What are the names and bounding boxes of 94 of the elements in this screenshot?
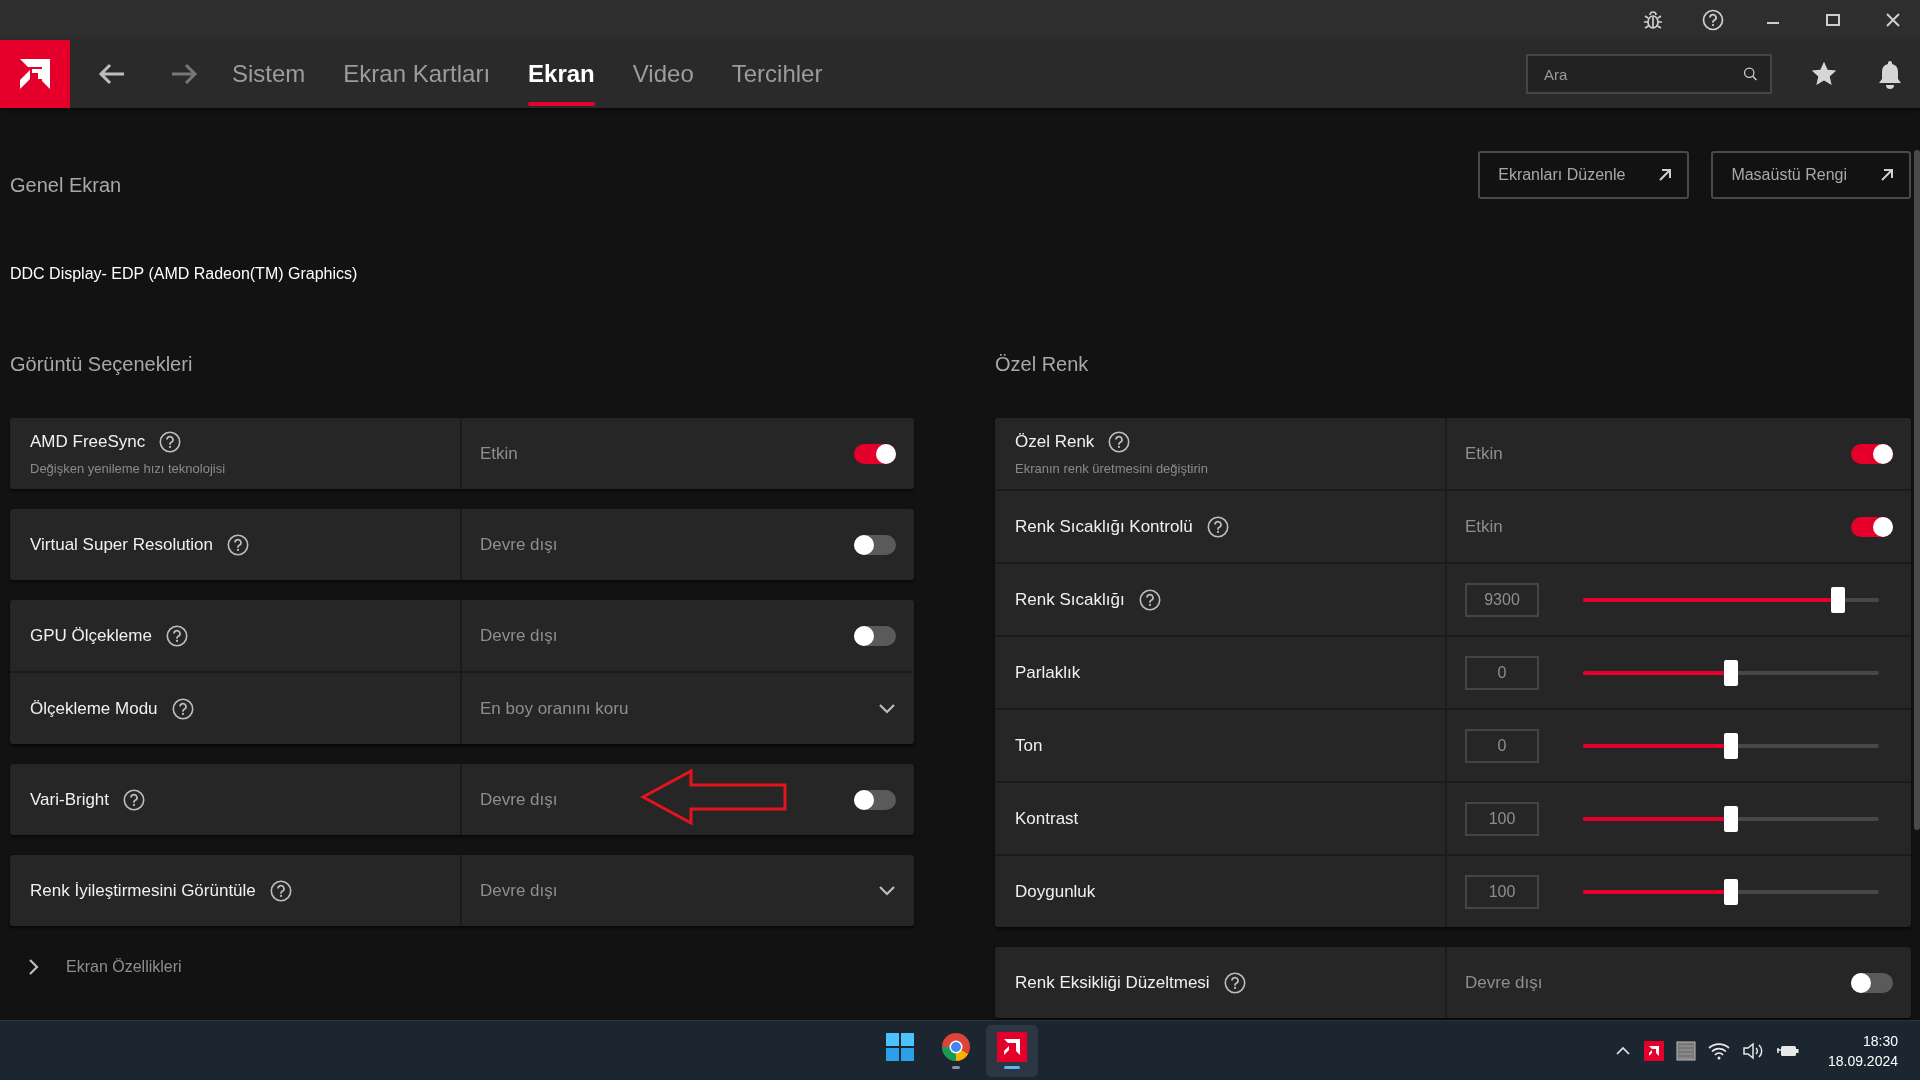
chevron-right-icon <box>26 958 40 976</box>
bug-icon[interactable] <box>1642 9 1664 31</box>
slider-thumb[interactable] <box>1724 659 1738 686</box>
setting-label: Ölçekleme Modu <box>30 698 158 719</box>
help-icon[interactable] <box>1108 431 1131 453</box>
setting-description: Ekranın renk üretmesini değiştirin <box>1015 461 1209 476</box>
clock-time[interactable]: 18:30 <box>1862 1032 1898 1049</box>
setting-label: GPU Ölçekleme <box>30 625 152 646</box>
arrow-logo-icon <box>18 57 52 91</box>
help-icon[interactable] <box>171 697 194 720</box>
setting-label: Renk Sıcaklığı <box>1015 589 1125 610</box>
setting-label: AMD FreeSync <box>30 432 146 452</box>
slider-thumb[interactable] <box>1724 805 1738 832</box>
setting-value: Devre dışı <box>480 534 559 555</box>
slider[interactable] <box>1583 732 1879 759</box>
setting-label: Renk Eksikliği Düzeltmesi <box>1015 972 1210 993</box>
nav-tab[interactable]: Sistem <box>232 40 306 108</box>
setting-label: Virtual Super Resolution <box>30 534 213 555</box>
value-field[interactable]: 100 <box>1465 874 1539 909</box>
nav-tab[interactable]: Tercihler <box>731 40 823 108</box>
grid-icon <box>885 1032 915 1062</box>
diagonal-arrow-icon <box>1879 167 1895 183</box>
nav-tab[interactable]: Ekran Kartları <box>343 40 491 108</box>
help-icon[interactable] <box>1138 588 1161 611</box>
link-button[interactable]: Ekranları Düzenle <box>1478 151 1690 199</box>
slider[interactable] <box>1583 586 1879 613</box>
toggle-switch[interactable] <box>1851 443 1893 464</box>
help-icon[interactable] <box>123 788 146 811</box>
setting-label: Kontrast <box>1015 808 1079 829</box>
toggle-switch[interactable] <box>1851 972 1893 993</box>
link-button[interactable]: Masaüstü Rengi <box>1711 151 1911 199</box>
toggle-switch[interactable] <box>854 625 896 646</box>
dropdown[interactable]: En boy oranını koru <box>480 673 896 744</box>
slider-thumb[interactable] <box>1724 878 1738 905</box>
section-title: Özel Renk <box>995 352 1090 377</box>
value-field[interactable]: 0 <box>1465 728 1539 763</box>
speaker-icon[interactable] <box>1741 1041 1764 1060</box>
section-title: Görüntü Seçenekleri <box>10 352 194 377</box>
setting-value: Devre dışı <box>1465 972 1544 993</box>
setting-label: Özel Renk <box>1015 432 1095 452</box>
star-icon[interactable] <box>1810 60 1838 88</box>
setting-description: Değişken yenileme hızı teknolojisi <box>30 461 227 476</box>
browser-icon <box>941 1032 971 1062</box>
setting-label: Vari-Bright <box>30 789 110 810</box>
app-icon <box>997 1032 1027 1062</box>
value-field[interactable]: 0 <box>1465 655 1539 690</box>
toggle-switch[interactable] <box>854 443 896 464</box>
setting-label: Renk Sıcaklığı Kontrolü <box>1015 516 1193 537</box>
square-icon[interactable] <box>1675 1040 1696 1061</box>
slider[interactable] <box>1583 659 1879 686</box>
help-icon[interactable] <box>1206 515 1229 538</box>
expander-label: Ekran Özellikleri <box>66 958 182 976</box>
setting-value: Etkin <box>1465 443 1504 464</box>
search-input[interactable]: Ara <box>1544 65 1743 83</box>
help-icon[interactable] <box>159 431 182 453</box>
nav-tab[interactable]: Video <box>632 40 694 108</box>
taskbar-button[interactable] <box>986 1024 1038 1077</box>
help-icon[interactable] <box>269 879 292 902</box>
help-icon[interactable] <box>165 624 188 647</box>
app-icon[interactable] <box>1643 1040 1664 1061</box>
slider[interactable] <box>1583 805 1879 832</box>
setting-label: Ton <box>1015 735 1043 756</box>
page-title: Genel Ekran <box>10 173 123 197</box>
setting-value: Etkin <box>1465 516 1504 537</box>
display-name: DDC Display- EDP (AMD Radeon(TM) Graphics) <box>10 265 359 283</box>
value-field[interactable]: 100 <box>1465 801 1539 836</box>
dropdown[interactable]: Devre dışı <box>480 855 896 926</box>
search-box[interactable]: Ara <box>1526 54 1772 94</box>
chevron-down-icon <box>878 702 896 715</box>
help-icon[interactable] <box>1702 9 1724 31</box>
wifi-icon[interactable] <box>1707 1041 1730 1060</box>
clock-date[interactable]: 18.09.2024 <box>1827 1052 1898 1069</box>
help-icon[interactable] <box>1223 971 1246 994</box>
expander[interactable]: Ekran Özellikleri <box>10 958 914 976</box>
value-field[interactable]: 9300 <box>1465 582 1539 617</box>
nav-tab[interactable]: Ekran <box>528 40 595 108</box>
setting-label: Parlaklık <box>1015 662 1081 683</box>
setting-label: Renk İyileştirmesini Görüntüle <box>30 880 256 901</box>
scrollbar[interactable] <box>1914 150 1920 830</box>
toggle-switch[interactable] <box>1851 516 1893 537</box>
chevron-down-icon <box>878 884 896 897</box>
slider[interactable] <box>1583 878 1879 905</box>
logo[interactable] <box>0 40 70 108</box>
setting-label: Doygunluk <box>1015 881 1096 902</box>
setting-value: Devre dışı <box>480 625 559 646</box>
setting-value: Devre dışı <box>480 789 559 810</box>
setting-value: Etkin <box>480 443 519 464</box>
toggle-switch[interactable] <box>854 789 896 810</box>
slider-thumb[interactable] <box>1724 732 1738 759</box>
help-icon[interactable] <box>227 533 249 556</box>
toggle-switch[interactable] <box>854 534 896 555</box>
bell-icon[interactable] <box>1876 59 1904 89</box>
diagonal-arrow-icon <box>1657 167 1674 183</box>
slider-thumb[interactable] <box>1830 586 1845 613</box>
